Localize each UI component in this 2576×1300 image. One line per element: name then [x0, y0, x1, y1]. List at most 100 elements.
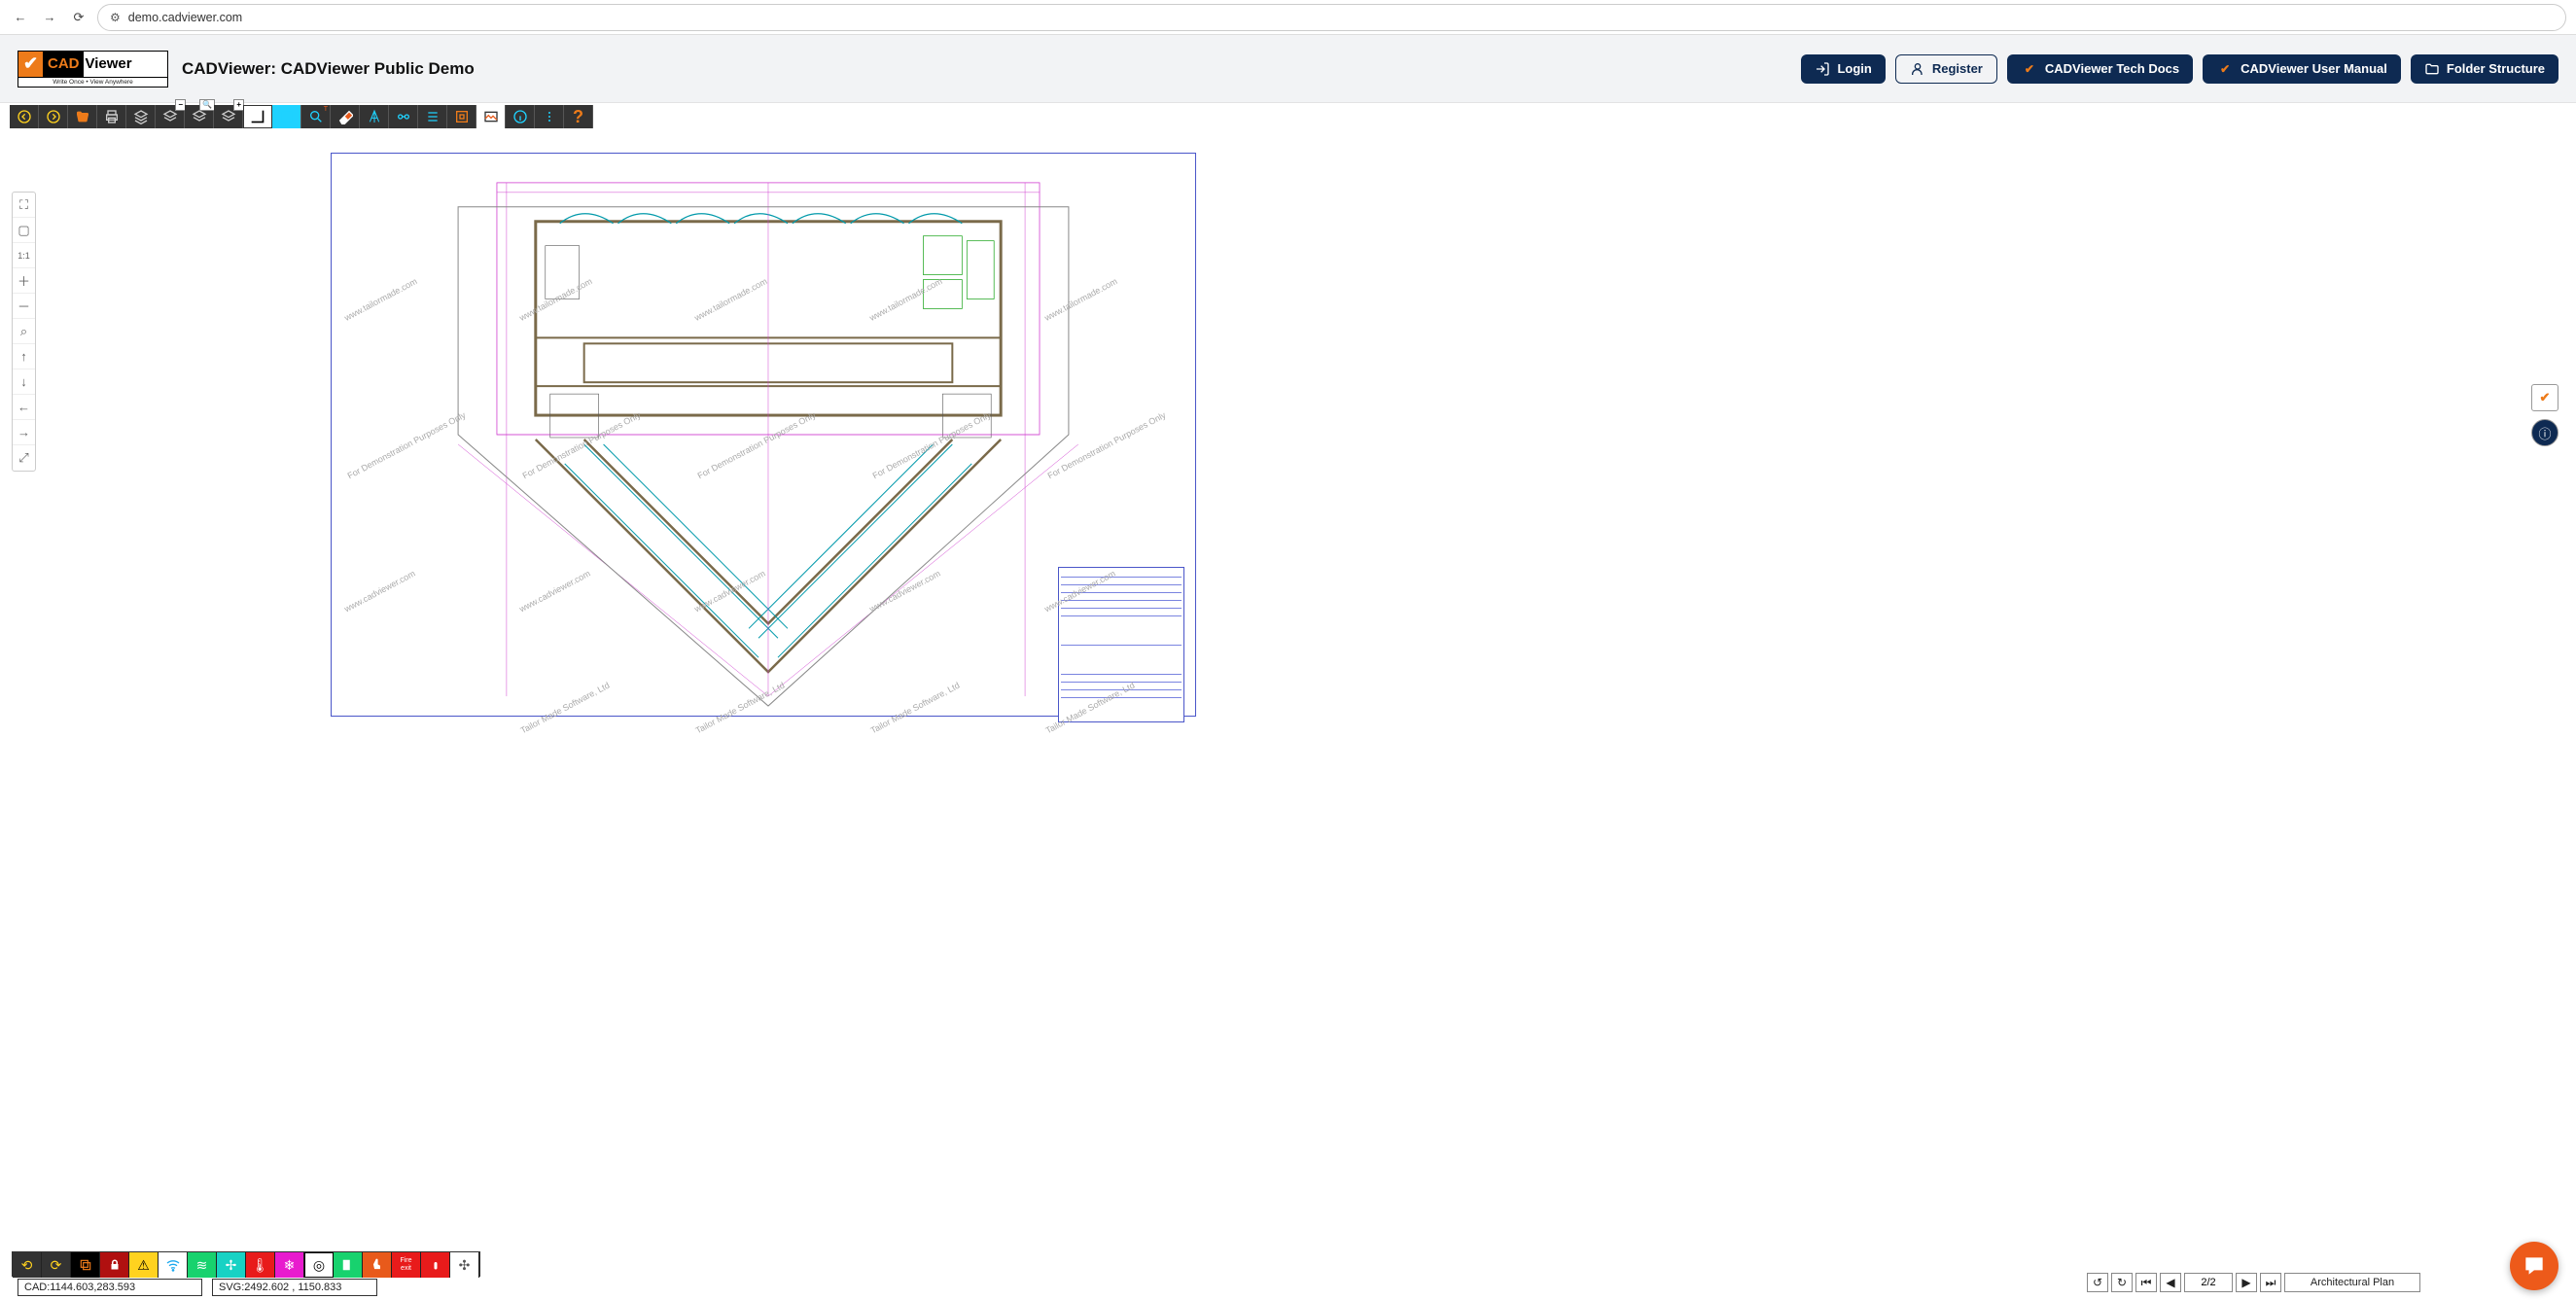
fit-button[interactable]: ⤢	[13, 445, 35, 471]
chat-icon	[2522, 1253, 2547, 1279]
cad-coord-readout: CAD: 1144.603,283.593	[18, 1279, 202, 1296]
zoom-button[interactable]: T	[301, 105, 331, 128]
layers-off-button[interactable]	[156, 105, 185, 128]
first-page-button[interactable]: ⏮	[2135, 1273, 2157, 1292]
scale-1to1-button[interactable]: 1:1	[13, 243, 35, 268]
user-manual-label: CADViewer User Manual	[2241, 61, 2387, 76]
view-name-display: Architectural Plan	[2284, 1273, 2420, 1292]
login-button[interactable]: Login	[1801, 54, 1885, 84]
tech-docs-label: CADViewer Tech Docs	[2045, 61, 2179, 76]
pan-left-button[interactable]: ←	[13, 395, 35, 420]
measure-button[interactable]	[360, 105, 389, 128]
drawing-canvas[interactable]: For Demonstration Purposes Only For Demo…	[0, 149, 2576, 1300]
user-manual-button[interactable]: ✔ CADViewer User Manual	[2203, 54, 2401, 84]
layer-copy-button[interactable]	[71, 1252, 100, 1278]
pan-down-button[interactable]: ↓	[13, 369, 35, 395]
back-icon[interactable]: ←	[10, 7, 31, 28]
layer-toolbar: ⟲ ⟳ ⚠ ≋ ✢ 🌡 ❄ ◎ Fireexit ✣	[12, 1251, 480, 1277]
open-file-button[interactable]	[68, 105, 97, 128]
cad-coord-label: CAD:	[24, 1282, 50, 1293]
link-button[interactable]	[389, 105, 418, 128]
info-badge-button[interactable]: ⓘ	[2531, 419, 2558, 446]
help-button[interactable]: ?	[564, 105, 593, 128]
layer-extinguisher-button[interactable]	[421, 1252, 450, 1278]
register-button[interactable]: Register	[1895, 54, 1997, 84]
layer-exit-button[interactable]	[334, 1252, 363, 1278]
logo-viewer-text: Viewer	[84, 52, 134, 77]
zoom-area-button[interactable]: ⌕	[13, 319, 35, 344]
folder-structure-button[interactable]: Folder Structure	[2411, 54, 2558, 84]
view-toolbar: ⛶ ▢ 1:1 ＋ － ⌕ ↑ ↓ ← → ⤢	[12, 192, 36, 472]
page-navigator: ↺ ↻ ⏮ ◀ ▶ ⏭ Architectural Plan	[2087, 1273, 2420, 1292]
layer-fan-button[interactable]: ✢	[217, 1252, 246, 1278]
zoom-in-button[interactable]: ＋	[13, 268, 35, 294]
print-button[interactable]	[97, 105, 126, 128]
user-icon	[1910, 61, 1925, 77]
nav-forward-button[interactable]	[39, 105, 68, 128]
login-label: Login	[1837, 61, 1871, 76]
cadviewer-badge-icon[interactable]: ✔	[2531, 384, 2558, 411]
layer-fire-exit-button[interactable]: Fireexit	[392, 1252, 421, 1278]
redo-button[interactable]: ↻	[2111, 1273, 2133, 1292]
layer-warn-button[interactable]: ⚠	[129, 1252, 159, 1278]
more-button[interactable]	[535, 105, 564, 128]
bg-white-button[interactable]	[243, 105, 272, 128]
layer-prev-button[interactable]: ⟲	[13, 1252, 42, 1278]
image-button[interactable]	[476, 105, 506, 128]
logo-cad-text: CAD	[44, 52, 84, 77]
eraser-button[interactable]	[331, 105, 360, 128]
layer-lock-button[interactable]	[100, 1252, 129, 1278]
list-button[interactable]	[418, 105, 447, 128]
cv-glyph-icon: ✔	[2021, 60, 2038, 78]
forward-icon[interactable]: →	[39, 7, 60, 28]
tech-docs-button[interactable]: ✔ CADViewer Tech Docs	[2007, 54, 2193, 84]
layer-target-button[interactable]: ◎	[304, 1252, 334, 1278]
folder-icon	[2424, 61, 2440, 77]
drawing-title-block	[1058, 567, 1184, 722]
pan-up-button[interactable]: ↑	[13, 344, 35, 369]
page-number-input[interactable]	[2184, 1273, 2233, 1292]
folder-label: Folder Structure	[2447, 61, 2545, 76]
undo-button[interactable]: ↺	[2087, 1273, 2108, 1292]
login-icon	[1815, 61, 1830, 77]
pan-right-button[interactable]: →	[13, 420, 35, 445]
page-header: ✔ CAD Viewer Write Once • View Anywhere …	[0, 35, 2576, 103]
nav-back-button[interactable]	[10, 105, 39, 128]
layer-next-button[interactable]: ⟳	[42, 1252, 71, 1278]
logo-mark-icon: ✔	[18, 52, 44, 77]
svg-coord-value: 2492.602 , 1150.833	[244, 1282, 341, 1293]
layer-vent-button[interactable]: ✣	[450, 1252, 479, 1278]
layer-flow-button[interactable]: ≋	[188, 1252, 217, 1278]
main-toolbar: T ?	[0, 105, 2576, 128]
layer-snow-button[interactable]: ❄	[275, 1252, 304, 1278]
page-title: CADViewer: CADViewer Public Demo	[182, 59, 475, 79]
layers-on-button[interactable]	[214, 105, 243, 128]
fullscreen-button[interactable]: ⛶	[13, 193, 35, 218]
right-float-tools: ✔ ⓘ	[2531, 384, 2572, 446]
svg-coord-readout: SVG: 2492.602 , 1150.833	[212, 1279, 377, 1296]
window-button[interactable]: ▢	[13, 218, 35, 243]
register-label: Register	[1932, 61, 1983, 76]
layer-touch-button[interactable]	[363, 1252, 392, 1278]
svg-coord-label: SVG:	[219, 1282, 244, 1293]
browser-chrome: ← → ⟳ ⚙ demo.cadviewer.com	[0, 0, 2576, 35]
logo-subtitle: Write Once • View Anywhere	[18, 77, 167, 87]
bg-color-button[interactable]	[272, 105, 301, 128]
layers-button[interactable]	[126, 105, 156, 128]
url-text: demo.cadviewer.com	[128, 11, 242, 24]
reload-icon[interactable]: ⟳	[68, 7, 89, 28]
layers-search-button[interactable]	[185, 105, 214, 128]
cad-coord-value: 1144.603,283.593	[50, 1282, 135, 1293]
cadviewer-logo[interactable]: ✔ CAD Viewer Write Once • View Anywhere	[18, 51, 168, 88]
next-page-button[interactable]: ▶	[2236, 1273, 2257, 1292]
zoom-out-button[interactable]: －	[13, 294, 35, 319]
layer-temp-button[interactable]: 🌡	[246, 1252, 275, 1278]
prev-page-button[interactable]: ◀	[2160, 1273, 2181, 1292]
info-button[interactable]	[506, 105, 535, 128]
last-page-button[interactable]: ⏭	[2260, 1273, 2281, 1292]
address-bar[interactable]: ⚙ demo.cadviewer.com	[97, 4, 2566, 31]
layer-wifi-button[interactable]	[159, 1252, 188, 1278]
chat-button[interactable]	[2510, 1242, 2558, 1290]
site-settings-icon[interactable]: ⚙	[110, 11, 121, 24]
extents-button[interactable]	[447, 105, 476, 128]
